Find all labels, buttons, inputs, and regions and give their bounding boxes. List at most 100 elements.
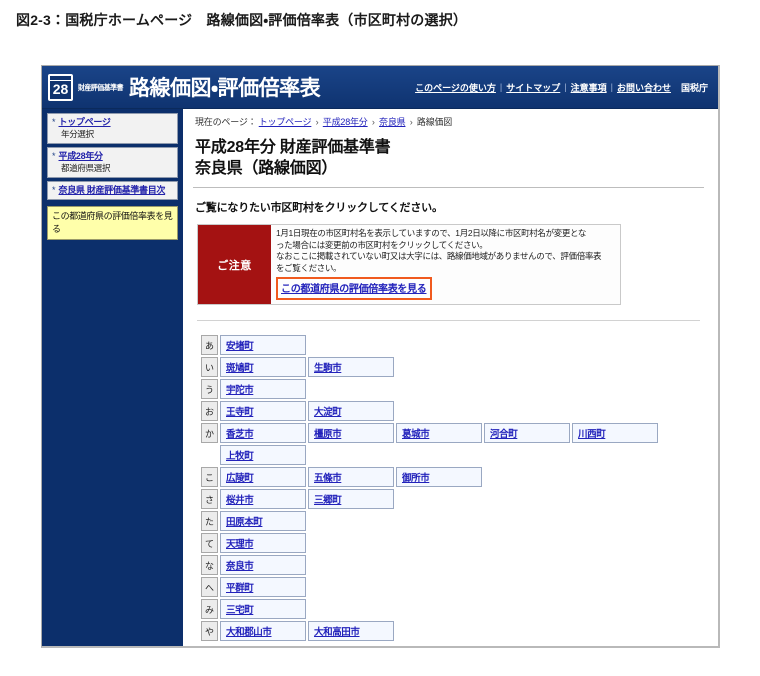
kana-cell: あ [201, 335, 218, 356]
figure-caption: 図2-3：国税庁ホームページ 路線価図・評価倍率表（市区町村の選択） [16, 12, 468, 28]
breadcrumb-link-top-page[interactable]: トップページ [259, 117, 312, 127]
city-cell[interactable]: 田原本町 [220, 511, 306, 532]
city-link[interactable]: 御所市 [402, 473, 430, 484]
sidebar-link-top-page[interactable]: トップページ [59, 117, 111, 128]
city-link[interactable]: 橿原市 [314, 429, 342, 440]
city-link[interactable]: 川西町 [578, 429, 606, 440]
empty-cell [308, 335, 394, 355]
city-link[interactable]: 平群町 [226, 583, 254, 594]
city-cell[interactable]: 香芝市 [220, 423, 306, 444]
city-cell[interactable]: 奈良市 [220, 555, 306, 576]
city-cell[interactable]: 川西町 [572, 423, 658, 444]
empty-cell [396, 577, 482, 597]
sidebar-item-year-2016[interactable]: * 平成28年分 都道府県選択 [47, 147, 178, 178]
city-link[interactable]: 奈良市 [226, 561, 254, 572]
city-link[interactable]: 天理市 [226, 539, 254, 550]
city-link[interactable]: 五條市 [314, 473, 342, 484]
sidebar-item-top-page[interactable]: * トップページ 年分選択 [47, 113, 178, 144]
city-cell[interactable]: 平群町 [220, 577, 306, 598]
city-cell[interactable]: 大和郡山市 [220, 621, 306, 642]
empty-cell [396, 489, 482, 509]
city-link[interactable]: 大和高田市 [314, 627, 360, 638]
city-link[interactable]: 上牧町 [226, 451, 254, 462]
city-cell[interactable]: 葛城市 [396, 423, 482, 444]
table-row: へ 平群町 [201, 577, 658, 598]
main-content: 現在のページ： トップページ › 平成28年分 › 奈良県 › 路線価図 平成2… [183, 109, 718, 646]
city-cell[interactable]: 五條市 [308, 467, 394, 488]
city-cell[interactable]: 三郷町 [308, 489, 394, 510]
sidebar-ratio-table-note[interactable]: この都道府県の評価倍率表を見る [47, 206, 178, 240]
city-link[interactable]: 大淀町 [314, 407, 342, 418]
kana-cell: こ [201, 467, 218, 488]
city-link[interactable]: 三郷町 [314, 495, 342, 506]
table-row: 上牧町 [201, 445, 658, 466]
sidebar-link-nara-index[interactable]: 奈良県 財産評価基準書目次 [59, 185, 166, 196]
city-link[interactable]: 香芝市 [226, 429, 254, 440]
breadcrumb-arrow-2: › [371, 117, 375, 127]
city-cell[interactable]: 生駒市 [308, 357, 394, 378]
city-link[interactable]: 大和郡山市 [226, 627, 272, 638]
city-cell[interactable]: 斑鳩町 [220, 357, 306, 378]
city-link[interactable]: 田原本町 [226, 517, 263, 528]
notice-line-1: 1月1日現在の市区町村名を表示していますので、1月2日以降に市区町村名が変更とな [276, 228, 587, 238]
empty-cell [308, 533, 394, 553]
nav-link-how-to-use[interactable]: このページの使い方 [411, 81, 500, 94]
sidebar-link-year-2016[interactable]: 平成28年分 [59, 151, 104, 162]
sidebar-ratio-table-link[interactable]: この都道府県の評価倍率表を見る [52, 211, 173, 234]
nav-link-contact[interactable]: お問い合わせ [613, 81, 675, 94]
agency-label: 国税庁 [680, 82, 708, 93]
city-link[interactable]: 安堵町 [226, 341, 254, 352]
city-link[interactable]: 桜井市 [226, 495, 254, 506]
city-cell[interactable]: 上牧町 [220, 445, 306, 466]
empty-cell [484, 401, 570, 421]
sidebar-sub-top-page: 年分選択 [61, 129, 94, 139]
city-link[interactable]: 王寺町 [226, 407, 254, 418]
city-cell[interactable]: 安堵町 [220, 335, 306, 356]
notice-ratio-table-link-highlight[interactable]: この都道府県の評価倍率表を見る [276, 277, 432, 301]
empty-cell [308, 555, 394, 575]
city-cell[interactable]: 大和高田市 [308, 621, 394, 642]
city-cell[interactable]: 天理市 [220, 533, 306, 554]
empty-cell [484, 533, 570, 553]
city-link[interactable]: 広陵町 [226, 473, 254, 484]
kana-cell: い [201, 357, 218, 378]
kana-cell: う [201, 379, 218, 400]
city-link[interactable]: 葛城市 [402, 429, 430, 440]
notice-line-2: った場合には変更前の市区町村をクリックしてください。 [276, 239, 488, 250]
nav-link-sitemap[interactable]: サイトマップ [502, 81, 564, 94]
city-cell[interactable]: 河合町 [484, 423, 570, 444]
notice-label: ご注意 [198, 225, 271, 305]
nav-link-notes[interactable]: 注意事項 [567, 81, 611, 94]
table-row: う 宇陀市 [201, 379, 658, 400]
empty-cell [484, 555, 570, 575]
kana-cell: さ [201, 489, 218, 510]
instruction-text: ご覧になりたい市区町村をクリックしてください。 [195, 202, 443, 214]
breadcrumb-link-nara[interactable]: 奈良県 [379, 117, 406, 127]
city-cell[interactable]: 大淀町 [308, 401, 394, 422]
empty-cell [484, 335, 570, 355]
breadcrumb-link-year-2016[interactable]: 平成28年分 [323, 117, 368, 127]
sidebar-item-nara-index[interactable]: * 奈良県 財産評価基準書目次 [47, 181, 178, 200]
site-header: 28 財産評価基準書 路線価図・評価倍率表 このページの使い方 | サイトマップ… [42, 66, 718, 109]
city-cell[interactable]: 橿原市 [308, 423, 394, 444]
city-link[interactable]: 宇陀市 [226, 385, 254, 396]
kana-cell: や [201, 621, 218, 642]
city-cell[interactable]: 御所市 [396, 467, 482, 488]
city-cell[interactable]: 王寺町 [220, 401, 306, 422]
city-link[interactable]: 斑鳩町 [226, 363, 254, 374]
city-link[interactable]: 河合町 [490, 429, 518, 440]
city-cell[interactable]: 三宅町 [220, 599, 306, 620]
kana-cell: な [201, 555, 218, 576]
city-cell[interactable]: 宇陀市 [220, 379, 306, 400]
notice-ratio-table-link[interactable]: この都道府県の評価倍率表を見る [281, 284, 427, 295]
site-brand[interactable]: 28 財産評価基準書 路線価図・評価倍率表 [48, 72, 321, 102]
breadcrumb-prefix: 現在のページ： [195, 117, 257, 127]
content-split: * トップページ 年分選択 * 平成28年分 都道府県選択 * 奈良県 財産評価… [42, 109, 718, 646]
sidebar-sub-year-2016: 都道府県選択 [61, 163, 111, 173]
city-cell[interactable]: 桜井市 [220, 489, 306, 510]
city-link[interactable]: 三宅町 [226, 605, 254, 616]
city-link[interactable]: 生駒市 [314, 363, 342, 374]
table-row: て 天理市 [201, 533, 658, 554]
city-cell[interactable]: 広陵町 [220, 467, 306, 488]
empty-cell [396, 379, 482, 399]
